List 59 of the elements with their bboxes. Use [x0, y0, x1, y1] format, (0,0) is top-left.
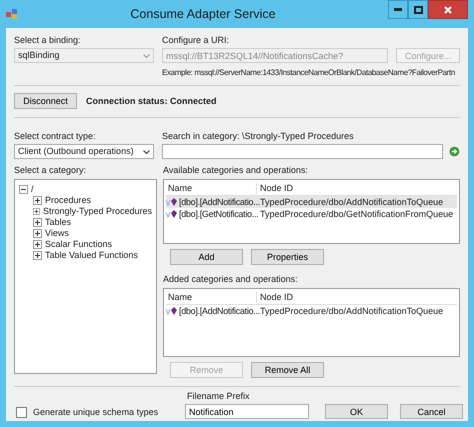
expand-icon[interactable]	[33, 251, 42, 260]
dialog-button[interactable]: OK	[325, 404, 388, 419]
column-header[interactable]: Node ID	[256, 183, 457, 194]
tree-item[interactable]: Procedures	[45, 195, 92, 206]
collapse-icon[interactable]	[19, 185, 28, 194]
tree-item[interactable]: Strongly-Typed Procedures	[42, 206, 152, 217]
filename-prefix-label: Filename Prefix	[186, 391, 250, 402]
list-row[interactable]: [dbo].[AddNotificatio...TypedProcedure/dbo/AddNotificationToQueue	[166, 305, 457, 317]
added-label: Added categories and operations:	[163, 274, 298, 285]
available-label: Available categories and operations:	[163, 165, 308, 176]
procedure-icon	[166, 306, 178, 316]
minimize-icon	[394, 8, 402, 11]
expand-icon[interactable]	[33, 240, 42, 249]
maximize-button[interactable]	[408, 0, 428, 19]
tree-item[interactable]: Table Valued Functions	[45, 250, 138, 261]
chevron-icon	[143, 54, 150, 58]
action-button[interactable]: Add	[170, 249, 243, 265]
column-header[interactable]: Name	[166, 292, 256, 303]
binding-label: Select a binding:	[14, 35, 81, 46]
contract-type-dropdown[interactable]: Client (Outbound operations)	[14, 144, 154, 159]
column-header[interactable]: Node ID	[256, 292, 457, 303]
expand-icon[interactable]	[33, 218, 42, 227]
close-icon	[444, 6, 452, 14]
go-icon[interactable]	[449, 146, 460, 157]
uri-example: Example: mssql://ServerName:1433/InstanceNameOrBlank/DatabaseName?FailoverPartn	[162, 67, 455, 78]
action-button[interactable]: Remove All	[251, 362, 324, 378]
window-title: Consume Adapter Service	[129, 7, 277, 21]
app-icon	[6, 9, 18, 19]
disconnect-button[interactable]: Disconnect	[14, 93, 77, 109]
tree-item[interactable]: Tables	[45, 217, 72, 228]
close-button[interactable]	[428, 0, 468, 19]
tree-item[interactable]: /	[31, 184, 34, 195]
checkbox[interactable]	[16, 407, 27, 418]
expand-icon[interactable]	[33, 207, 40, 216]
connection-status: Connection status: Connected	[86, 96, 217, 106]
uri-label: Configure a URI:	[162, 35, 230, 46]
search-field[interactable]	[162, 144, 444, 159]
action-button[interactable]: Properties	[251, 249, 324, 265]
minimize-button[interactable]	[388, 0, 408, 19]
table-cell: [dbo].[AddNotificatio...	[179, 306, 260, 316]
checkbox-label: Generate unique schema types	[33, 407, 158, 418]
list-row[interactable]: [dbo].[AddNotificatio...TypedProcedure/dbo/AddNotificationToQueue	[166, 196, 457, 208]
tree-item[interactable]: Views	[45, 228, 69, 239]
tree-item[interactable]: Scalar Functions	[45, 239, 112, 250]
search-label: Search in category: \Strongly-Typed Procedures	[162, 131, 354, 142]
procedure-icon	[166, 209, 178, 219]
table-cell: [dbo].[AddNotificatio...	[179, 196, 260, 208]
filename-prefix-field[interactable]: Notification	[185, 404, 309, 419]
contract-type-label: Select contract type:	[14, 131, 96, 142]
expand-icon[interactable]	[33, 196, 42, 205]
list-row[interactable]: [dbo].[GetNotificatio... TypedProcedure/dbo/GetNotificationFromQueue	[166, 208, 457, 220]
maximize-icon	[414, 6, 422, 14]
category-label: Select a category:	[14, 165, 86, 176]
column-header[interactable]: Name	[166, 183, 256, 194]
dialog-button[interactable]: Cancel	[400, 404, 463, 419]
chevron-icon	[143, 150, 150, 154]
procedure-icon	[166, 197, 178, 207]
expand-icon[interactable]	[33, 229, 42, 238]
table-cell: [dbo].[GetNotificatio...	[179, 208, 258, 220]
